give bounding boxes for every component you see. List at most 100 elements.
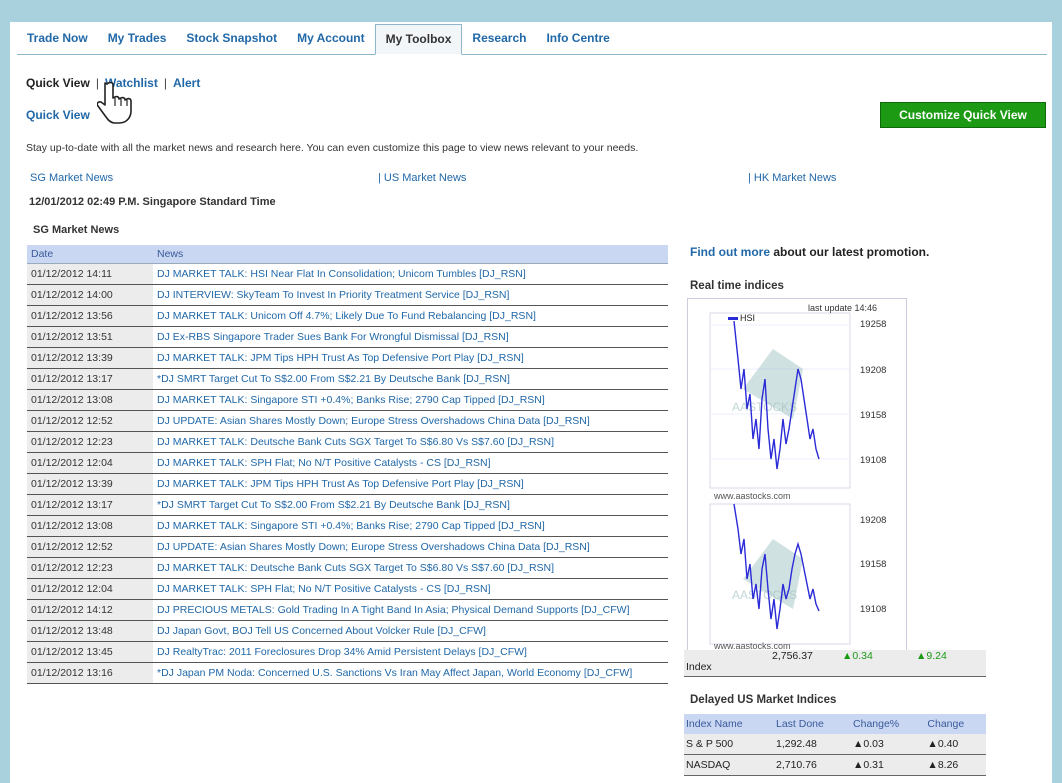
table-row: S & P 500 1,292.48 ▲0.03 ▲0.40 xyxy=(684,734,986,755)
y-tick-label: 19208 xyxy=(860,515,886,526)
subnav-alert[interactable]: Alert xyxy=(173,76,200,90)
watermark-text: AASTOCKS xyxy=(732,400,797,414)
table-row: 01/12/2012 13:45 DJ RealtyTrac: 2011 Fore… xyxy=(27,641,668,663)
news-headline-link[interactable]: DJ MARKET TALK: JPM Tips HPH Trust As To… xyxy=(153,347,668,369)
news-headline-link[interactable]: DJ MARKET TALK: Singapore STI +0.4%; Ban… xyxy=(153,389,668,411)
news-headline-link[interactable]: DJ MARKET TALK: Unicom Off 4.7%; Likely … xyxy=(153,305,668,327)
news-headline-link[interactable]: DJ MARKET TALK: Deutsche Bank Cuts SGX T… xyxy=(153,431,668,453)
news-headline-link[interactable]: DJ MARKET TALK: JPM Tips HPH Trust As To… xyxy=(153,473,668,495)
news-headline-link[interactable]: DJ INTERVIEW: SkyTeam To Invest In Prior… xyxy=(153,284,668,306)
tab-research[interactable]: Research xyxy=(462,24,536,53)
y-tick-label: 19108 xyxy=(860,455,886,466)
page-title: Quick View xyxy=(26,108,90,122)
news-date: 01/12/2012 13:08 xyxy=(27,389,153,411)
news-headline-link[interactable]: DJ MARKET TALK: Deutsche Bank Cuts SGX T… xyxy=(153,557,668,579)
tab-info-centre[interactable]: Info Centre xyxy=(536,24,619,53)
index-change: ▲9.24 xyxy=(916,650,947,662)
news-date: 01/12/2012 14:00 xyxy=(27,284,153,306)
table-row: 01/12/2012 12:04 DJ MARKET TALK: SPH Flat… xyxy=(27,452,668,474)
news-headline-link[interactable]: DJ PRECIOUS METALS: Gold Trading In A Ti… xyxy=(153,599,668,621)
tab-my-account[interactable]: My Account xyxy=(287,24,375,53)
sg-market-news-link[interactable]: SG Market News xyxy=(30,172,113,184)
table-row: 01/12/2012 13:48 DJ Japan Govt, BOJ Tell … xyxy=(27,620,668,642)
table-row: NASDAQ 2,710.76 ▲0.31 ▲8.26 xyxy=(684,754,986,776)
news-date: 01/12/2012 14:11 xyxy=(27,263,153,285)
us-header-change: Change xyxy=(925,714,986,734)
delayed-us-indices-label: Delayed US Market Indices xyxy=(690,694,837,706)
tab-my-toolbox[interactable]: My Toolbox xyxy=(374,24,463,55)
table-row: 01/12/2012 12:52 DJ UPDATE: Asian Shares … xyxy=(27,410,668,432)
us-index-name: S & P 500 xyxy=(684,734,774,755)
table-row: 01/12/2012 12:23 DJ MARKET TALK: Deutsche… xyxy=(27,431,668,453)
news-header-news: News xyxy=(153,245,668,264)
hk-market-news-link[interactable]: | HK Market News xyxy=(748,172,836,184)
news-date: 01/12/2012 13:56 xyxy=(27,305,153,327)
realtime-index-chart: last update 14:46 HSI 19258 19208 19158 … xyxy=(687,298,907,652)
us-change: ▲8.26 xyxy=(925,754,986,776)
news-date: 01/12/2012 13:39 xyxy=(27,473,153,495)
legend-swatch xyxy=(728,317,738,320)
table-row: 01/12/2012 12:04 DJ MARKET TALK: SPH Flat… xyxy=(27,578,668,600)
tab-stock-snapshot[interactable]: Stock Snapshot xyxy=(176,24,287,53)
news-headline-link[interactable]: DJ MARKET TALK: HSI Near Flat In Consoli… xyxy=(153,263,668,285)
news-headline-link[interactable]: *DJ SMRT Target Cut To S$2.00 From S$2.2… xyxy=(153,494,668,516)
subnav-quick-view[interactable]: Quick View xyxy=(26,76,90,90)
table-row: 01/12/2012 13:39 DJ MARKET TALK: JPM Tips… xyxy=(27,473,668,495)
news-headline-link[interactable]: DJ Ex-RBS Singapore Trader Sues Bank For… xyxy=(153,326,668,348)
news-table: Date News 01/12/2012 14:11 DJ MARKET TALK… xyxy=(27,245,668,684)
news-date: 01/12/2012 13:17 xyxy=(27,368,153,390)
table-row: 01/12/2012 13:56 DJ MARKET TALK: Unicom O… xyxy=(27,305,668,327)
news-date: 01/12/2012 13:51 xyxy=(27,326,153,348)
news-headline-link[interactable]: DJ UPDATE: Asian Shares Mostly Down; Eur… xyxy=(153,536,668,558)
table-row: 01/12/2012 13:39 DJ MARKET TALK: JPM Tips… xyxy=(27,347,668,369)
hsi-chart-svg: last update 14:46 HSI 19258 19208 19158 … xyxy=(709,303,886,651)
tab-trade-now[interactable]: Trade Now xyxy=(17,24,98,53)
table-row: 01/12/2012 13:17 *DJ SMRT Target Cut To S… xyxy=(27,494,668,516)
y-tick-label: 19108 xyxy=(860,604,886,615)
chart-last-update: last update 14:46 xyxy=(808,303,877,313)
us-last-done: 1,292.48 xyxy=(774,734,852,755)
chart-legend-label: HSI xyxy=(740,313,755,323)
news-headline-link[interactable]: DJ MARKET TALK: SPH Flat; No N/T Positiv… xyxy=(153,578,668,600)
find-out-more-link[interactable]: Find out more xyxy=(690,245,770,259)
news-headline-link[interactable]: DJ Japan Govt, BOJ Tell US Concerned Abo… xyxy=(153,620,668,642)
news-date: 01/12/2012 13:45 xyxy=(27,641,153,663)
table-row: 01/12/2012 14:12 DJ PRECIOUS METALS: Gold… xyxy=(27,599,668,621)
news-date: 01/12/2012 13:08 xyxy=(27,515,153,537)
chart-site-text: www.aastocks.com xyxy=(713,491,791,501)
table-row: 01/12/2012 14:11 DJ MARKET TALK: HSI Near… xyxy=(27,263,668,285)
table-row: 01/12/2012 12:23 DJ MARKET TALK: Deutsche… xyxy=(27,557,668,579)
us-change-pct: ▲0.03 xyxy=(851,734,926,755)
news-date: 01/12/2012 13:17 xyxy=(27,494,153,516)
news-date: 01/12/2012 13:16 xyxy=(27,662,153,684)
us-last-done: 2,710.76 xyxy=(774,754,852,776)
news-headline-link[interactable]: DJ UPDATE: Asian Shares Mostly Down; Eur… xyxy=(153,410,668,432)
us-change: ▲0.40 xyxy=(925,734,986,755)
table-row: 01/12/2012 12:52 DJ UPDATE: Asian Shares … xyxy=(27,536,668,558)
index-last: 2,756.37 xyxy=(772,650,813,662)
us-indices-table: Index Name Last Done Change% Change S & … xyxy=(684,714,986,776)
tab-my-trades[interactable]: My Trades xyxy=(98,24,177,53)
table-row: 01/12/2012 13:08 DJ MARKET TALK: Singapor… xyxy=(27,515,668,537)
news-date: 01/12/2012 14:12 xyxy=(27,599,153,621)
partial-index-row: Index 2,756.37 ▲0.34 ▲9.24 xyxy=(684,650,986,677)
timestamp: 12/01/2012 02:49 P.M. Singapore Standard… xyxy=(29,196,276,208)
news-date: 01/12/2012 12:04 xyxy=(27,578,153,600)
news-headline-link[interactable]: DJ MARKET TALK: Singapore STI +0.4%; Ban… xyxy=(153,515,668,537)
news-date: 01/12/2012 12:52 xyxy=(27,536,153,558)
us-market-news-link[interactable]: | US Market News xyxy=(378,172,466,184)
realtime-indices-label: Real time indices xyxy=(690,280,784,292)
news-headline-link[interactable]: *DJ SMRT Target Cut To S$2.00 From S$2.2… xyxy=(153,368,668,390)
news-headline-link[interactable]: DJ MARKET TALK: SPH Flat; No N/T Positiv… xyxy=(153,452,668,474)
table-row: 01/12/2012 13:17 *DJ SMRT Target Cut To S… xyxy=(27,368,668,390)
customize-quick-view-button[interactable]: Customize Quick View xyxy=(880,102,1046,128)
y-tick-label: 19158 xyxy=(860,410,886,421)
us-header-last-done: Last Done xyxy=(774,714,852,734)
main-tab-bar: Trade Now My Trades Stock Snapshot My Accou… xyxy=(17,24,1047,55)
news-date: 01/12/2012 12:52 xyxy=(27,410,153,432)
table-row: 01/12/2012 14:00 DJ INTERVIEW: SkyTeam To… xyxy=(27,284,668,306)
table-row: 01/12/2012 13:08 DJ MARKET TALK: Singapor… xyxy=(27,389,668,411)
news-date: 01/12/2012 12:23 xyxy=(27,431,153,453)
news-headline-link[interactable]: *DJ Japan PM Noda: Concerned U.S. Sancti… xyxy=(153,662,668,684)
news-headline-link[interactable]: DJ RealtyTrac: 2011 Foreclosures Drop 34… xyxy=(153,641,668,663)
